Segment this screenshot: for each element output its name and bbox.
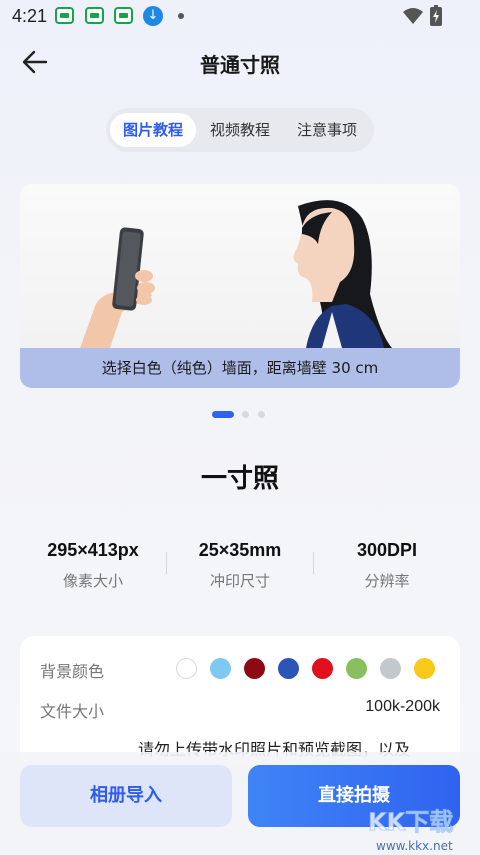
print-size-label: 冲印尺寸 bbox=[209, 572, 270, 590]
svg-text:www.kkx.net: www.kkx.net bbox=[376, 839, 453, 853]
resolution-value: 300DPI bbox=[356, 540, 418, 560]
tab-video-tutorial[interactable]: 视频教程 bbox=[197, 113, 283, 147]
banner-caption: 选择白色（纯色）墙面，距离墙壁 30 cm bbox=[20, 348, 460, 388]
status-time: 4:21 bbox=[12, 6, 48, 26]
photo-type-title: 一寸照 bbox=[200, 464, 279, 494]
more-notifications-icon bbox=[178, 13, 184, 19]
pixel-size-value: 295×413px bbox=[47, 540, 139, 560]
tutorial-illustration bbox=[80, 200, 392, 348]
background-color-swatch[interactable] bbox=[312, 658, 333, 679]
carousel-dot-active bbox=[212, 411, 234, 418]
import-from-album-button[interactable]: 相册导入 bbox=[20, 765, 232, 827]
wifi-icon bbox=[403, 8, 423, 24]
carousel-dot bbox=[258, 411, 265, 418]
background-color-swatch[interactable] bbox=[346, 658, 367, 679]
background-color-swatch[interactable] bbox=[278, 658, 299, 679]
background-color-swatch[interactable] bbox=[380, 658, 401, 679]
pixel-size-label: 像素大小 bbox=[62, 572, 123, 590]
print-size-value: 25×35mm bbox=[198, 540, 282, 560]
resolution-label: 分辨率 bbox=[364, 572, 410, 590]
tab-picture-tutorial[interactable]: 图片教程 bbox=[110, 113, 196, 147]
background-color-swatch[interactable] bbox=[414, 658, 435, 679]
battery-icon bbox=[430, 5, 442, 26]
app-notification-icon bbox=[114, 7, 133, 24]
background-color-swatch[interactable] bbox=[176, 658, 197, 679]
status-bar: 4:21 ↓ bbox=[0, 0, 480, 34]
page-title: 普通寸照 bbox=[200, 53, 280, 77]
file-size-label: 文件大小 bbox=[40, 702, 105, 721]
svg-text:KK下载: KK下载 bbox=[368, 808, 453, 836]
tab-bar: 图片教程 视频教程 注意事项 bbox=[106, 108, 374, 152]
file-size-value: 100k-200k bbox=[365, 698, 440, 715]
background-color-swatch[interactable] bbox=[244, 658, 265, 679]
app-notification-icon bbox=[55, 7, 74, 24]
tutorial-banner[interactable]: 选择白色（纯色）墙面，距离墙壁 30 cm bbox=[20, 184, 460, 388]
background-color-swatch[interactable] bbox=[210, 658, 231, 679]
background-color-label: 背景颜色 bbox=[40, 662, 105, 681]
app-notification-icon bbox=[85, 7, 104, 24]
tab-notes[interactable]: 注意事项 bbox=[284, 113, 370, 147]
site-watermark-logo: KK下载 www.kkx.net bbox=[368, 808, 454, 854]
carousel-dot bbox=[242, 411, 249, 418]
download-icon: ↓ bbox=[143, 6, 163, 26]
